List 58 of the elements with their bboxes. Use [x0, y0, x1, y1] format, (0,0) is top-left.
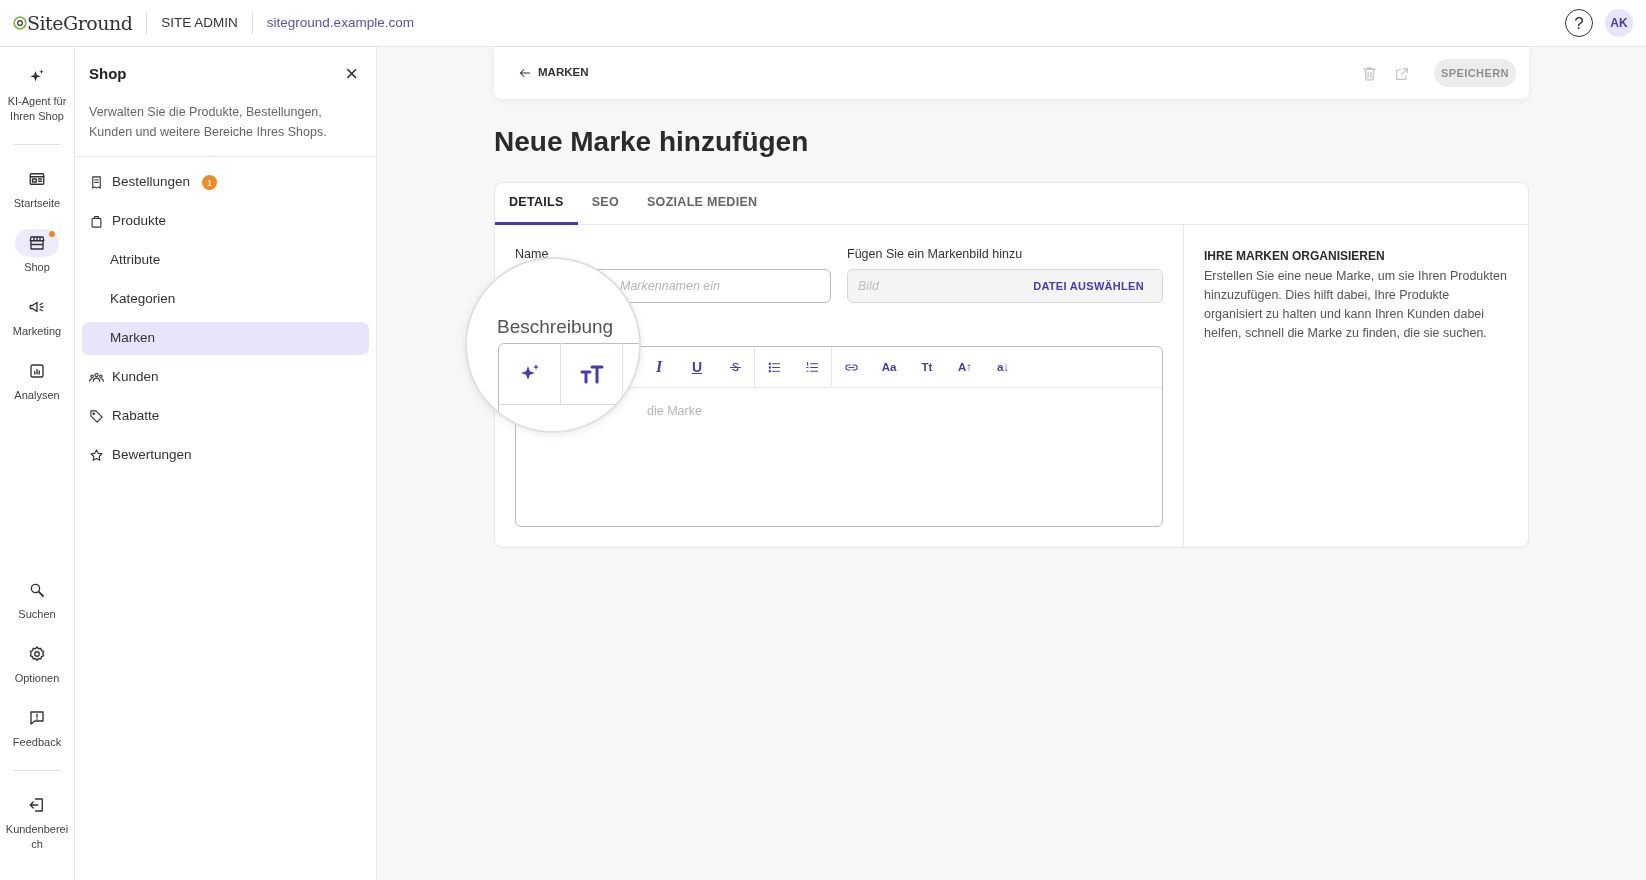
panel-description: Verwalten Sie die Produkte, Bestellungen, Kunden und weitere Bereiche Ihres Shops.: [89, 103, 328, 141]
menu-item[interactable]: Marken: [82, 321, 369, 355]
receipt-icon: [89, 174, 104, 190]
underline-button[interactable]: U: [678, 346, 716, 388]
nav-item[interactable]: Startseite: [0, 165, 74, 211]
close-button[interactable]: ×: [343, 64, 360, 85]
field-label: Fügen Sie ein Markenbild hinzu: [847, 245, 1024, 263]
section-label: SITE ADMIN: [161, 13, 238, 32]
format-button[interactable]: Aa: [870, 346, 908, 388]
menu-item[interactable]: Attribute: [82, 243, 369, 277]
editor-placeholder: die Marke: [647, 403, 702, 421]
page-title: Neue Marke hinzufügen: [494, 125, 810, 159]
menu-item[interactable]: Bewertungen: [82, 438, 369, 472]
bag-icon: [89, 213, 104, 229]
format-button[interactable]: A↑: [946, 346, 984, 388]
nav-item[interactable]: Suchen: [0, 576, 74, 622]
nav-item[interactable]: Kundenbereich: [0, 791, 74, 852]
chart-icon: [28, 362, 46, 380]
tab[interactable]: SOZIALE MEDIEN: [632, 182, 772, 225]
external-link-icon: [1394, 65, 1410, 82]
nav-item[interactable]: Feedback: [0, 704, 74, 750]
nav-item[interactable]: Optionen: [0, 640, 74, 686]
field-label: Beschreibung: [497, 314, 614, 339]
menu-item[interactable]: Produkte: [82, 204, 369, 238]
menu-item[interactable]: Bestellungen 1: [82, 165, 369, 199]
search-icon: [28, 581, 46, 599]
menu-item[interactable]: Kunden: [82, 360, 369, 394]
star-icon: [89, 447, 104, 463]
info-text: Erstellen Sie eine neue Marke, um sie Ihren Produkten hinzuzufügen. Dies hilft dabei, Ihre Produkte organisiert zu halten und kann Ihren Kunden dabei helfen, schnell die Marke zu finden, die sie suchen.: [1204, 267, 1508, 342]
logo-text: SiteGround: [27, 10, 133, 36]
settings-icon: [28, 645, 46, 663]
trash-icon: [1361, 65, 1378, 83]
feedback-icon: [28, 709, 46, 727]
store-icon: [28, 234, 46, 252]
nav-item[interactable]: Analysen: [0, 357, 74, 403]
nav-item[interactable]: Shop: [0, 229, 74, 275]
nav-item[interactable]: KI-Agent für Ihren Shop: [0, 63, 74, 124]
menu-item[interactable]: Kategorien: [82, 282, 369, 316]
italic-button[interactable]: I: [640, 346, 678, 388]
exit-icon: [28, 796, 46, 814]
info-heading: IHRE MARKEN ORGANISIEREN: [1204, 247, 1386, 265]
user-avatar[interactable]: AK: [1605, 9, 1633, 37]
tag-icon: [89, 408, 104, 424]
menu-item[interactable]: Rabatte: [82, 399, 369, 433]
format-button[interactable]: Tt: [908, 346, 946, 388]
tab[interactable]: DETAILS: [495, 182, 578, 225]
back-arrow-icon: [518, 66, 532, 80]
count-badge: 1: [202, 174, 218, 190]
back-link[interactable]: MARKEN: [518, 64, 589, 82]
domain-link[interactable]: siteground.example.com: [266, 12, 414, 34]
format-button[interactable]: a↓: [984, 346, 1022, 388]
field-label: Name: [515, 245, 550, 263]
logo-icon: [13, 16, 27, 30]
dashboard-icon: [28, 170, 46, 188]
tab[interactable]: SEO: [577, 182, 633, 225]
numbered-list-icon: [804, 359, 820, 375]
panel-title: Shop: [89, 64, 127, 84]
nav-item[interactable]: Marketing: [0, 293, 74, 339]
